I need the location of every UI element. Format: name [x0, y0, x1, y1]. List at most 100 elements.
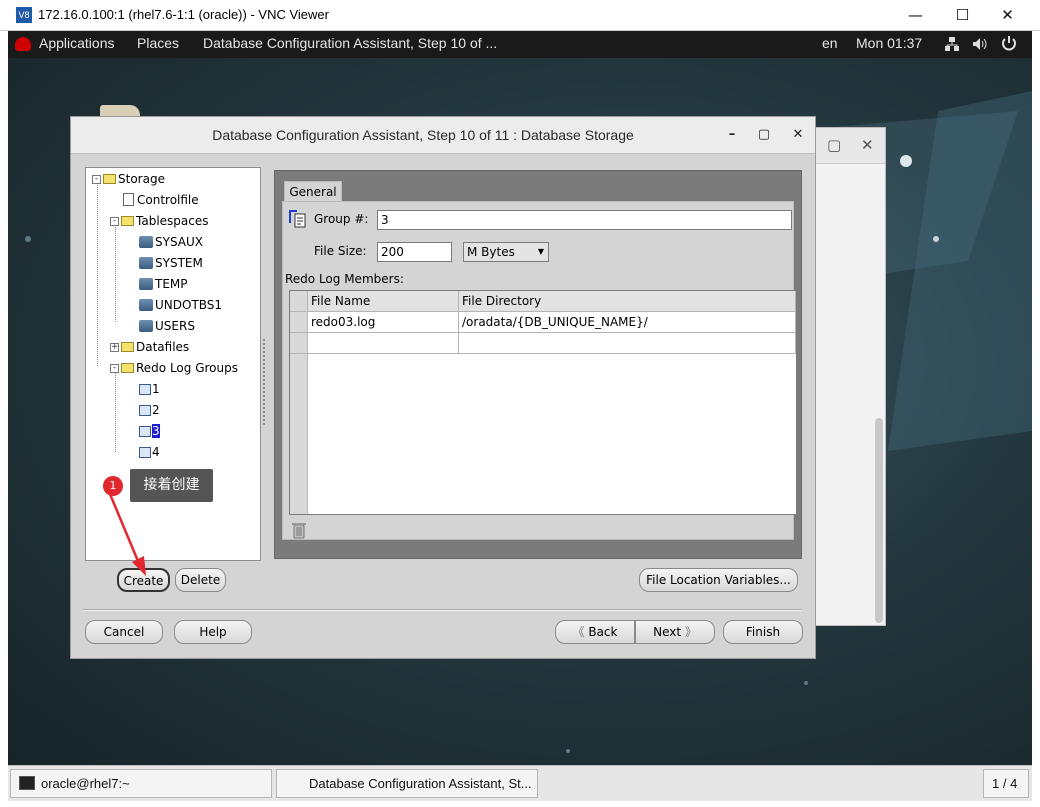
group-number-field[interactable]: 3	[377, 210, 792, 230]
tree-node-tablespaces[interactable]: Tablespaces	[121, 212, 209, 230]
network-icon[interactable]	[944, 36, 960, 55]
tablespace-icon	[139, 278, 153, 290]
finish-button[interactable]: Finish	[723, 620, 803, 644]
redo-log-members-table[interactable]: File Name File Directory redo03.log /ora…	[289, 290, 797, 515]
tree-node-redo-group[interactable]: 4	[139, 443, 160, 461]
folder-icon	[121, 363, 134, 373]
redo-group-icon	[287, 208, 309, 228]
redhat-icon	[15, 37, 31, 51]
tree-node-redo-log-groups[interactable]: Redo Log Groups	[121, 359, 238, 377]
splitter-handle[interactable]	[263, 339, 267, 425]
divider	[83, 609, 801, 611]
tree-node-controlfile[interactable]: Controlfile	[123, 191, 199, 209]
table-cell-file-name[interactable]: redo03.log	[308, 312, 459, 333]
redo-group-icon	[139, 405, 151, 416]
group-number-label: Group #:	[314, 212, 369, 226]
folder-icon	[121, 216, 134, 226]
help-button[interactable]: Help	[174, 620, 252, 644]
controlfile-icon	[123, 193, 134, 206]
redo-group-icon	[139, 426, 151, 437]
taskbar-item-terminal[interactable]: oracle@rhel7:~	[10, 769, 272, 798]
vnc-minimize-button[interactable]: —	[893, 2, 938, 29]
table-cell-file-directory[interactable]	[459, 333, 796, 354]
file-location-variables-button[interactable]: File Location Variables...	[639, 568, 798, 592]
tree-node-tablespace[interactable]: SYSAUX	[139, 233, 203, 251]
dbca-dialog: Database Configuration Assistant, Step 1…	[70, 116, 816, 659]
bg-close-icon[interactable]: ✕	[861, 136, 874, 154]
general-tab-body: Group #: 3 File Size: 200 M Bytes ▼ Redo…	[282, 201, 797, 543]
vnc-titlebar: V8 172.16.0.100:1 (rhel7.6-1:1 (oracle))…	[0, 0, 1040, 31]
chevron-left-icon: 《	[572, 625, 589, 639]
trash-icon[interactable]	[291, 521, 307, 543]
table-cell-file-directory[interactable]: /oradata/{DB_UNIQUE_NAME}/	[459, 312, 796, 333]
redo-group-icon	[139, 447, 151, 458]
vnc-maximize-button[interactable]: ☐	[940, 2, 985, 29]
tree-node-redo-group-selected[interactable]: 3	[139, 422, 160, 440]
workspace-switcher[interactable]: 1 / 4	[983, 769, 1029, 798]
folder-icon	[121, 342, 134, 352]
chevron-right-icon: 》	[681, 625, 697, 639]
redo-log-groups-toggle-icon[interactable]: -	[110, 364, 119, 373]
clock[interactable]: Mon 01:37	[856, 35, 922, 51]
tablespace-icon	[139, 236, 153, 248]
tree-node-storage[interactable]: Storage	[103, 170, 165, 188]
tree-node-tablespace[interactable]: USERS	[139, 317, 195, 335]
storage-toggle-icon[interactable]: -	[92, 175, 101, 184]
taskbar-item-dbca[interactable]: Database Configuration Assistant, St...	[276, 769, 538, 798]
places-menu[interactable]: Places	[137, 35, 179, 51]
redo-group-icon	[139, 384, 151, 395]
dialog-title: Database Configuration Assistant, Step 1…	[212, 127, 634, 143]
bg-scrollbar[interactable]	[875, 418, 883, 623]
folder-icon	[103, 174, 116, 184]
tablespaces-toggle-icon[interactable]: -	[110, 217, 119, 226]
bg-minimize-icon[interactable]: ▢	[827, 136, 841, 154]
delete-button[interactable]: Delete	[175, 568, 226, 592]
file-size-field[interactable]: 200	[377, 242, 452, 262]
file-size-label: File Size:	[314, 244, 367, 258]
datafiles-toggle-icon[interactable]: +	[110, 343, 119, 352]
tree-node-datafiles[interactable]: Datafiles	[121, 338, 189, 356]
row-header-filler	[290, 354, 308, 514]
tree-node-tablespace[interactable]: SYSTEM	[139, 254, 203, 272]
row-header[interactable]	[290, 312, 308, 333]
cancel-button[interactable]: Cancel	[85, 620, 163, 644]
annotation-badge: 1	[103, 476, 123, 496]
table-corner	[290, 291, 308, 312]
volume-icon[interactable]	[971, 36, 989, 55]
tree-node-tablespace[interactable]: TEMP	[139, 275, 188, 293]
unit-select-value: M Bytes	[467, 245, 515, 259]
active-window-menu[interactable]: Database Configuration Assistant, Step 1…	[203, 35, 497, 51]
file-size-unit-select[interactable]: M Bytes ▼	[463, 242, 549, 262]
vnc-close-button[interactable]: ✕	[985, 2, 1030, 29]
chevron-down-icon: ▼	[537, 247, 544, 256]
tablespace-icon	[139, 299, 153, 311]
column-header-file-directory[interactable]: File Directory	[459, 291, 796, 312]
tablespace-icon	[139, 320, 153, 332]
row-header[interactable]	[290, 333, 308, 354]
tree-node-redo-group[interactable]: 1	[139, 380, 160, 398]
dialog-close-button[interactable]: ✕	[788, 125, 808, 145]
dialog-maximize-button[interactable]: ▢	[754, 125, 774, 145]
vnc-window-title: 172.16.0.100:1 (rhel7.6-1:1 (oracle)) - …	[38, 7, 329, 22]
language-indicator[interactable]: en	[822, 35, 838, 51]
vnc-app-icon: V8	[16, 7, 32, 23]
redo-group-details-panel: General Group #: 3 File Size: 200 M Byte…	[274, 170, 802, 559]
tab-general[interactable]: General	[284, 181, 342, 202]
back-button[interactable]: 《 Back	[555, 620, 635, 644]
tree-node-tablespace[interactable]: UNDOTBS1	[139, 296, 222, 314]
tablespace-icon	[139, 257, 153, 269]
next-button[interactable]: Next 》	[635, 620, 715, 644]
dialog-minimize-button[interactable]: –	[722, 125, 742, 145]
power-icon[interactable]	[1001, 35, 1017, 55]
dialog-titlebar: Database Configuration Assistant, Step 1…	[71, 117, 815, 154]
tree-node-redo-group[interactable]: 2	[139, 401, 160, 419]
redo-log-members-label: Redo Log Members:	[285, 272, 404, 286]
column-header-file-name[interactable]: File Name	[308, 291, 459, 312]
table-cell-file-name[interactable]	[308, 333, 459, 354]
applications-menu[interactable]: Applications	[39, 35, 115, 51]
annotation-callout: 接着创建	[130, 469, 213, 502]
terminal-icon	[19, 776, 35, 790]
taskbar: oracle@rhel7:~ Database Configuration As…	[8, 765, 1032, 801]
gnome-top-bar: Applications Places Database Configurati…	[8, 31, 1032, 58]
annotation-arrow	[108, 493, 146, 576]
